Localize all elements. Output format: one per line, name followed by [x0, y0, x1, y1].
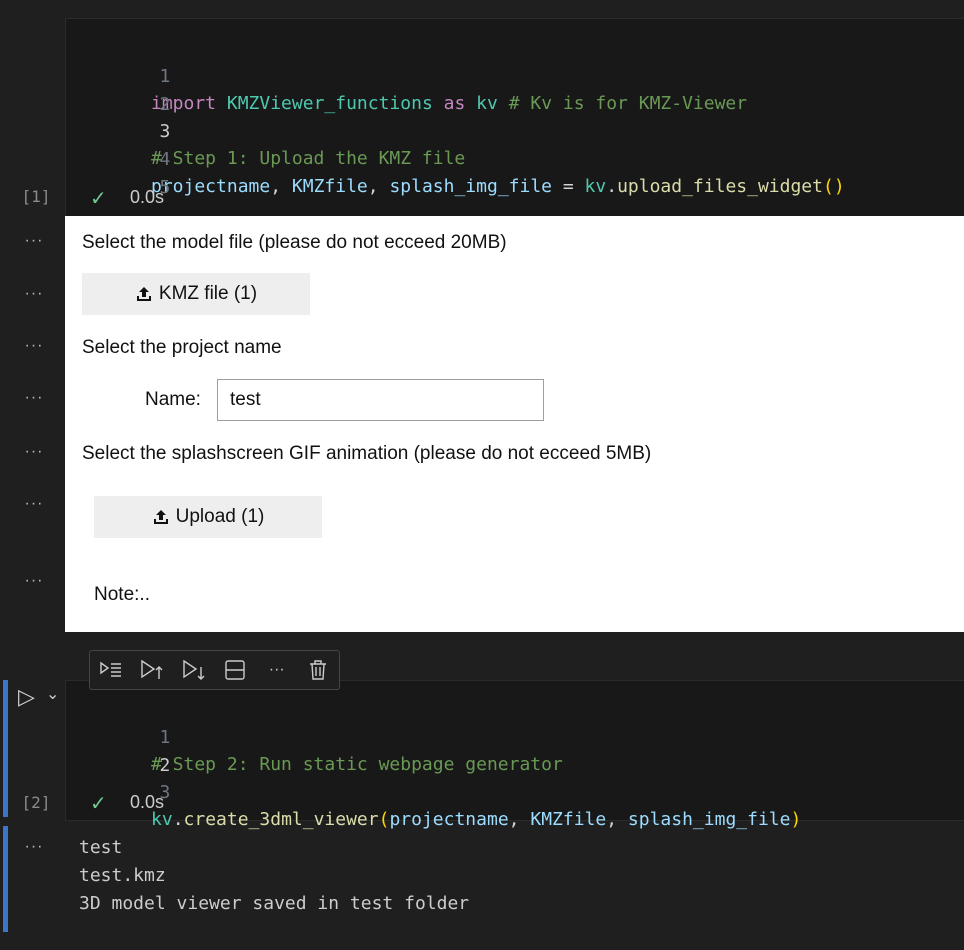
splash-gif-label: Select the splashscreen GIF animation (p…	[82, 443, 652, 464]
success-check-icon: ✓	[90, 793, 107, 815]
line-number: 3	[159, 121, 171, 142]
note-text: Note:..	[94, 584, 150, 605]
line-number: 2	[159, 94, 171, 115]
chevron-down-icon[interactable]: ⌄	[46, 684, 59, 704]
output-more-icon[interactable]: ···	[22, 572, 46, 590]
output-more-icon[interactable]: ···	[22, 838, 46, 856]
output-more-icon[interactable]: ···	[22, 495, 46, 513]
output-line: 3D model viewer saved in test folder	[79, 893, 470, 914]
cell-2-output: test test.kmz 3D model viewer saved in tes…	[79, 834, 469, 918]
code-line-3[interactable]: # Step 1: Upload the KMZ file	[151, 145, 465, 172]
project-name-input[interactable]: test	[217, 379, 544, 421]
gif-upload-button[interactable]: Upload (1)	[94, 496, 322, 538]
execute-below-icon[interactable]	[181, 657, 207, 683]
delete-cell-icon[interactable]	[305, 657, 331, 683]
code-line-1[interactable]: # Step 2: Run static webpage generator	[151, 751, 563, 778]
cell-focus-indicator	[3, 680, 8, 817]
output-more-icon[interactable]: ···	[22, 232, 46, 250]
output-focus-indicator	[3, 826, 8, 932]
success-check-icon: ✓	[90, 188, 107, 210]
execution-count: [2]	[21, 793, 51, 812]
line-number: 1	[159, 66, 171, 87]
upload-icon	[153, 510, 168, 524]
split-cell-icon[interactable]	[222, 657, 248, 683]
model-file-label: Select the model file (please do not ecc…	[82, 232, 507, 253]
widget-output: Select the model file (please do not ecc…	[65, 216, 964, 632]
line-number: 4	[159, 149, 171, 170]
line-number: 2	[159, 755, 171, 776]
code-line-3[interactable]: kv.create_3dml_viewer(projectname, KMZfi…	[151, 806, 801, 833]
output-line: test.kmz	[79, 865, 166, 886]
execute-above-icon[interactable]	[139, 657, 165, 683]
upload-icon	[136, 287, 151, 301]
name-field-label: Name:	[145, 389, 201, 410]
run-cell-button[interactable]: ▷	[18, 684, 35, 710]
code-line-1[interactable]: import KMZViewer_functions as kv # Kv is…	[151, 90, 747, 117]
output-more-icon[interactable]: ···	[22, 443, 46, 461]
run-by-line-icon[interactable]	[98, 657, 124, 683]
output-more-icon[interactable]: ···	[22, 337, 46, 355]
output-more-icon[interactable]: ···	[22, 389, 46, 407]
upload-button-label: Upload (1)	[175, 506, 265, 527]
kmz-button-label: KMZ file (1)	[158, 283, 258, 304]
execution-time: 0.0s	[130, 187, 165, 207]
cell-toolbar: ···	[89, 650, 340, 690]
more-actions-icon[interactable]: ···	[264, 657, 290, 683]
project-name-label: Select the project name	[82, 337, 282, 358]
execution-count: [1]	[21, 187, 51, 206]
kmz-upload-button[interactable]: KMZ file (1)	[82, 273, 310, 315]
execution-time: 0.0s	[130, 792, 165, 812]
line-number: 1	[159, 727, 171, 748]
output-more-icon[interactable]: ···	[22, 285, 46, 303]
code-line-4[interactable]: projectname, KMZfile, splash_img_file = …	[151, 173, 845, 200]
output-line: test	[79, 837, 123, 858]
